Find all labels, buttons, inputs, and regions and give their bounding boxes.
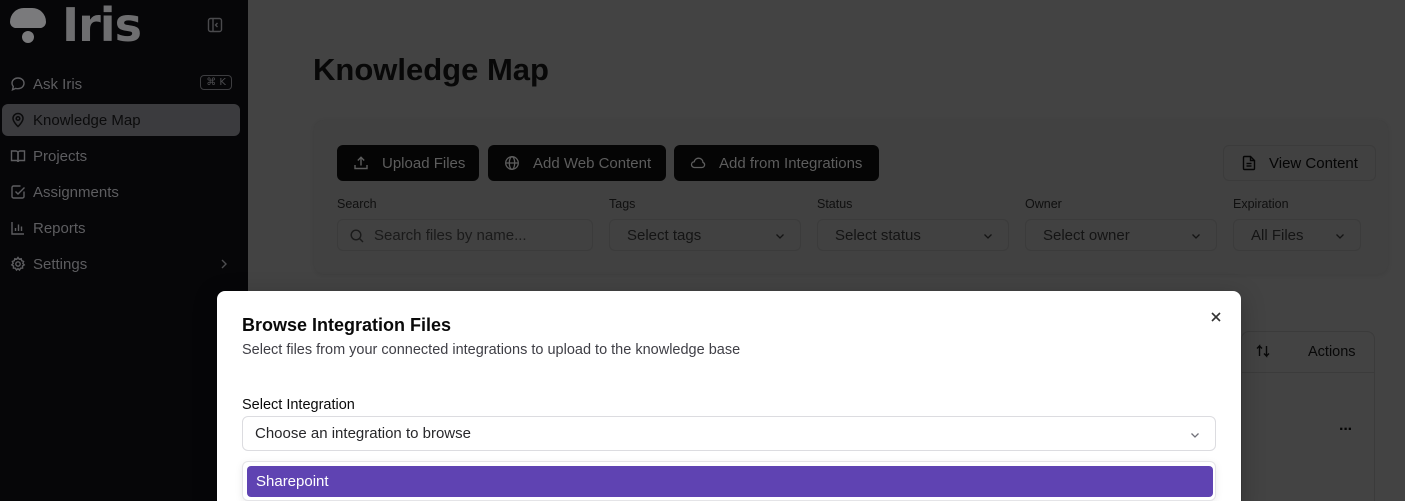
- logo: Iris: [8, 0, 142, 52]
- upload-files-button[interactable]: Upload Files: [337, 145, 479, 181]
- logo-text: Iris: [62, 0, 142, 52]
- chevron-down-icon: [982, 229, 994, 246]
- sidebar-item-assignments[interactable]: Assignments: [0, 174, 248, 210]
- sidebar-item-ask-iris[interactable]: Ask Iris ⌘ K: [0, 66, 248, 102]
- status-select[interactable]: Select status: [817, 219, 1009, 251]
- chevron-down-icon: [1334, 229, 1346, 246]
- integration-select[interactable]: Choose an integration to browse: [242, 416, 1216, 451]
- document-icon: [1241, 155, 1257, 171]
- integration-select-placeholder: Choose an integration to browse: [255, 425, 471, 442]
- chat-bubble-icon: [10, 76, 26, 92]
- select-integration-label: Select Integration: [242, 397, 355, 413]
- sidebar-item-label: Reports: [33, 219, 86, 237]
- owner-select[interactable]: Select owner: [1025, 219, 1217, 251]
- cloud-icon: [690, 155, 706, 171]
- tags-label: Tags: [609, 197, 636, 211]
- chevron-down-icon: [774, 229, 786, 246]
- add-web-content-label: Add Web Content: [533, 154, 652, 172]
- owner-value: Select owner: [1043, 226, 1130, 244]
- chevron-right-icon: [219, 257, 229, 274]
- upload-icon: [353, 155, 369, 171]
- status-label: Status: [817, 197, 853, 211]
- expiration-label: Expiration: [1233, 197, 1289, 211]
- sidebar-item-knowledge-map[interactable]: Knowledge Map: [2, 104, 240, 136]
- sidebar-item-projects[interactable]: Projects: [0, 138, 248, 174]
- expiration-value: All Files: [1251, 226, 1304, 244]
- tags-select[interactable]: Select tags: [609, 219, 801, 251]
- sort-icon[interactable]: [1255, 343, 1271, 364]
- dialog-subtitle: Select files from your connected integra…: [242, 342, 741, 358]
- map-pin-icon: [10, 112, 26, 128]
- search-label: Search: [337, 197, 377, 211]
- sidebar-item-label: Knowledge Map: [33, 111, 141, 129]
- status-value: Select status: [835, 226, 921, 244]
- chevron-down-icon: [1189, 428, 1201, 445]
- add-from-integrations-button[interactable]: Add from Integrations: [674, 145, 879, 181]
- dialog-title: Browse Integration Files: [242, 315, 452, 335]
- chevron-down-icon: [1190, 229, 1202, 246]
- actions-column-header: Actions: [1308, 344, 1356, 360]
- sidebar-collapse-icon[interactable]: [207, 17, 223, 33]
- sidebar-item-label: Projects: [33, 147, 88, 165]
- gear-icon: [10, 256, 26, 272]
- expiration-select[interactable]: All Files: [1233, 219, 1361, 251]
- sidebar-item-reports[interactable]: Reports: [0, 210, 248, 246]
- iris-logo-icon: [8, 5, 48, 45]
- sidebar-nav: Ask Iris ⌘ K Knowledge Map Projects Assi…: [0, 66, 248, 282]
- add-from-integrations-label: Add from Integrations: [719, 154, 863, 172]
- upload-files-label: Upload Files: [382, 154, 466, 172]
- owner-label: Owner: [1025, 197, 1062, 211]
- integration-option-sharepoint[interactable]: Sharepoint: [247, 466, 1213, 497]
- view-content-label: View Content: [1269, 154, 1358, 172]
- search-input[interactable]: Search files by name...: [337, 219, 593, 251]
- table-body: [1241, 372, 1375, 501]
- sidebar-item-label: Settings: [33, 255, 88, 273]
- sidebar-item-label: Ask Iris: [33, 75, 83, 93]
- more-actions-icon[interactable]: ···: [1339, 421, 1353, 439]
- shortcut-badge: ⌘ K: [200, 75, 232, 90]
- close-icon[interactable]: [1208, 309, 1224, 325]
- bar-chart-icon: [10, 220, 26, 236]
- view-content-button[interactable]: View Content: [1223, 145, 1376, 181]
- book-open-icon: [10, 148, 26, 164]
- add-web-content-button[interactable]: Add Web Content: [488, 145, 666, 181]
- tags-value: Select tags: [627, 226, 702, 244]
- sidebar-item-label: Assignments: [33, 183, 119, 201]
- page-title: Knowledge Map: [313, 52, 549, 87]
- search-icon: [349, 228, 365, 248]
- globe-icon: [504, 155, 520, 171]
- sidebar-item-settings[interactable]: Settings: [0, 246, 248, 282]
- sidebar: Iris Ask Iris ⌘ K Knowledge Map Projects: [0, 0, 248, 501]
- search-placeholder: Search files by name...: [374, 226, 527, 244]
- integration-dropdown: Sharepoint: [242, 461, 1216, 501]
- browse-integration-dialog: Browse Integration Files Select files fr…: [217, 291, 1241, 501]
- check-square-icon: [10, 184, 26, 200]
